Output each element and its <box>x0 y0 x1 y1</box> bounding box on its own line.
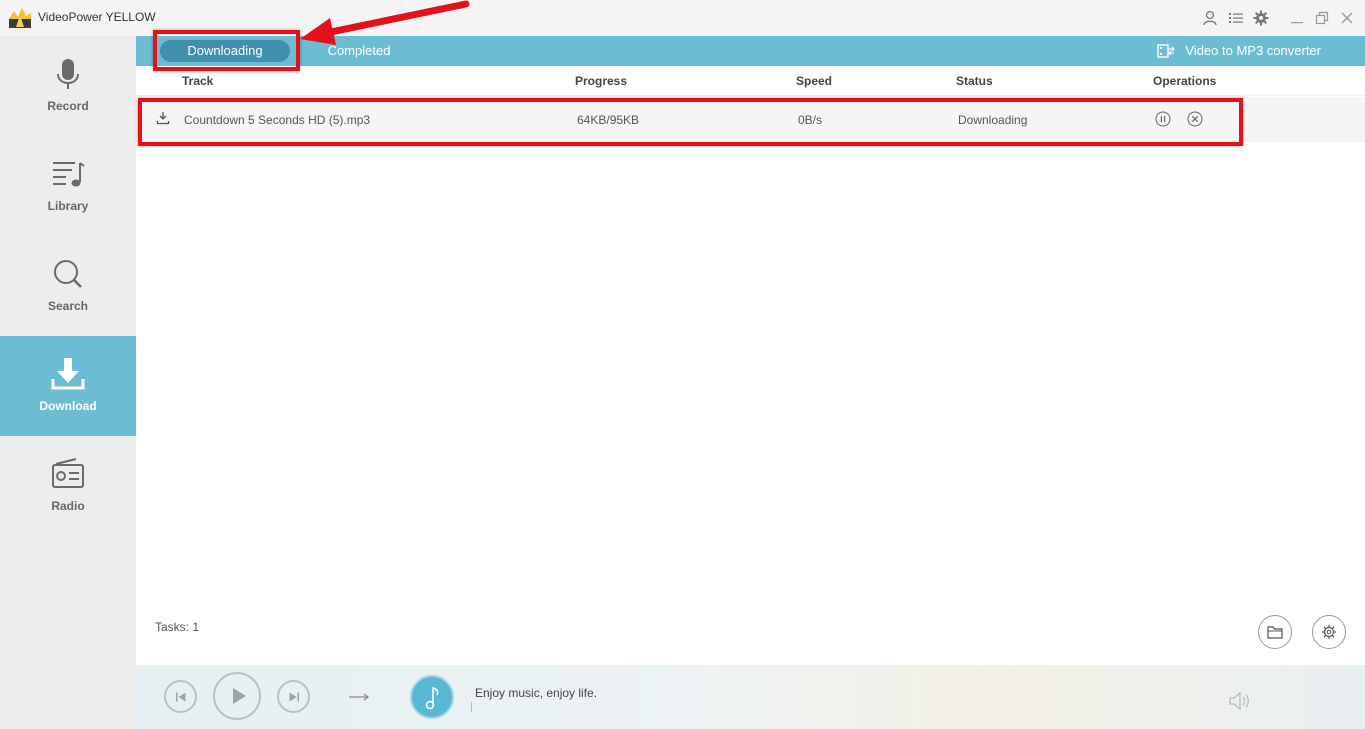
column-header-operations: Operations <box>1153 74 1217 88</box>
column-header-track: Track <box>182 74 214 88</box>
tasks-count: Tasks: 1 <box>155 620 200 634</box>
sidebar: Record Library Search Download Radio <box>0 36 136 729</box>
sidebar-item-search[interactable]: Search <box>0 236 136 336</box>
music-note-icon <box>425 686 439 710</box>
sidebar-item-library[interactable]: Library <box>0 136 136 236</box>
play-button[interactable] <box>213 672 261 720</box>
next-icon <box>289 692 299 702</box>
album-art-disc <box>410 675 454 719</box>
download-icon <box>51 358 85 390</box>
download-settings-button[interactable] <box>1312 615 1346 649</box>
column-header-speed: Speed <box>796 74 833 88</box>
app-logo <box>9 8 31 28</box>
previous-track-button[interactable] <box>164 680 197 713</box>
sidebar-item-label: Radio <box>51 499 85 513</box>
radio-icon <box>52 458 84 488</box>
folder-icon <box>1267 626 1283 639</box>
player-bar: Enjoy music, enjoy life. <box>136 665 1365 729</box>
minimize-icon[interactable] <box>1288 9 1306 27</box>
video-convert-icon <box>1157 44 1176 58</box>
settings-gear-icon[interactable] <box>1252 9 1270 27</box>
sidebar-item-download[interactable]: Download <box>0 336 136 436</box>
next-track-button[interactable] <box>277 680 310 713</box>
annotation-arrow-icon <box>300 0 470 45</box>
menu-list-icon[interactable] <box>1227 9 1245 27</box>
library-icon <box>53 162 85 187</box>
previous-icon <box>176 692 186 702</box>
close-window-icon[interactable] <box>1338 9 1356 27</box>
user-icon[interactable] <box>1201 9 1219 27</box>
column-header-status: Status <box>956 74 993 88</box>
restore-icon[interactable] <box>1313 9 1331 27</box>
gear-icon <box>1322 625 1336 639</box>
column-header-progress: Progress <box>575 74 628 88</box>
sidebar-item-label: Library <box>47 199 89 213</box>
sidebar-item-label: Search <box>47 299 89 313</box>
video-to-mp3-converter-button[interactable]: Video to MP3 converter <box>1157 42 1321 60</box>
app-title: VideoPower YELLOW <box>38 10 156 24</box>
sidebar-item-label: Record <box>47 99 89 113</box>
sidebar-item-record[interactable]: Record <box>0 36 136 136</box>
volume-icon[interactable] <box>1228 691 1252 711</box>
table-header: Track Progress Speed Status Operations <box>136 66 1365 96</box>
annotation-highlight-tab <box>153 30 300 71</box>
sidebar-item-label: Download <box>39 399 97 413</box>
search-icon <box>54 260 82 288</box>
converter-label: Video to MP3 converter <box>1185 43 1321 58</box>
play-mode-icon[interactable] <box>348 692 370 702</box>
app-window: VideoPower YELLOW Record Library Search … <box>0 0 1365 729</box>
microphone-icon <box>57 59 79 89</box>
now-playing-text: Enjoy music, enjoy life. <box>475 686 598 700</box>
annotation-highlight-row <box>138 98 1243 146</box>
open-folder-button[interactable] <box>1258 615 1292 649</box>
seek-marker <box>471 702 472 712</box>
sidebar-item-radio[interactable]: Radio <box>0 436 136 536</box>
play-icon <box>233 688 246 704</box>
